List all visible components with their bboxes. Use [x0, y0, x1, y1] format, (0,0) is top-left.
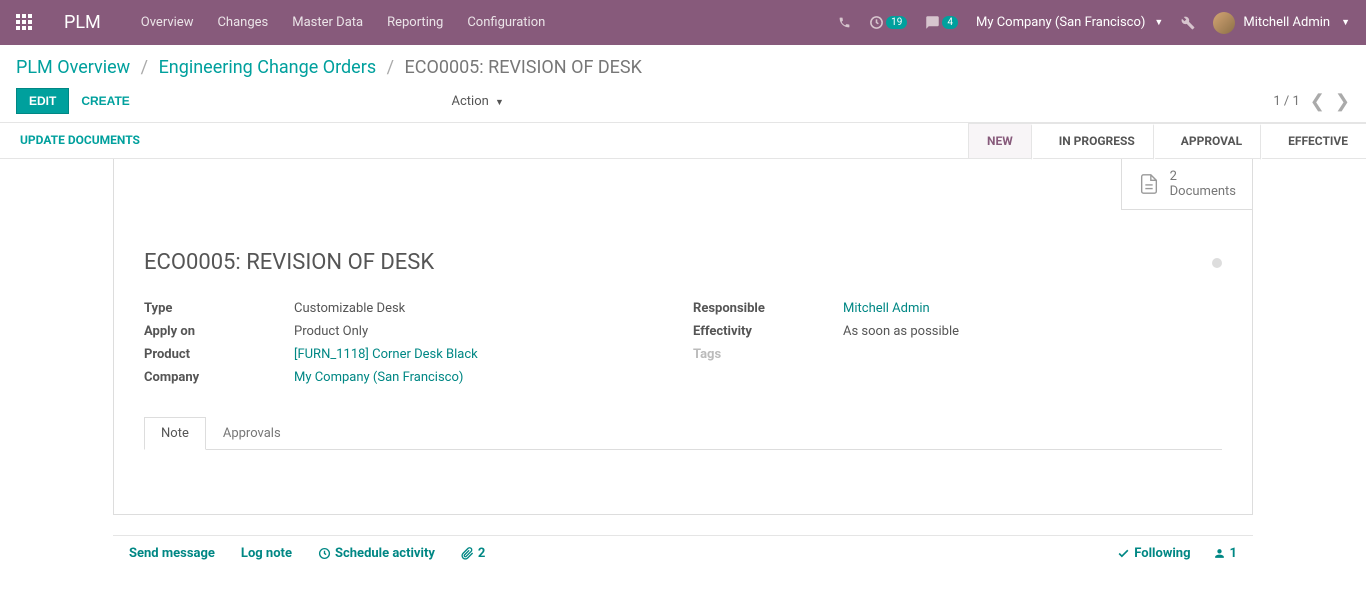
breadcrumb-level1[interactable]: Engineering Change Orders	[159, 57, 377, 78]
value-product[interactable]: [FURN_1118] Corner Desk Black	[294, 347, 478, 362]
edit-button[interactable]: Edit	[16, 88, 69, 114]
record-title-row: ECO0005: REVISION OF DESK	[144, 250, 1222, 275]
nav-configuration[interactable]: Configuration	[467, 15, 545, 30]
kanban-state-dot[interactable]	[1212, 258, 1222, 268]
status-effective[interactable]: EFFECTIVE	[1260, 123, 1366, 158]
phone-icon[interactable]	[838, 15, 851, 30]
label-company: Company	[144, 370, 294, 385]
nav-master-data[interactable]: Master Data	[292, 15, 363, 30]
chatter: Send message Log note Schedule activity …	[113, 535, 1253, 571]
form-sheet: 2 Documents ECO0005: REVISION OF DESK Ty…	[113, 159, 1253, 515]
status-new[interactable]: NEW	[968, 123, 1031, 158]
label-effectivity: Effectivity	[693, 324, 843, 339]
caret-down-icon: ▼	[1154, 17, 1163, 28]
tab-approvals[interactable]: Approvals	[206, 417, 298, 450]
paperclip-icon	[461, 547, 474, 560]
breadcrumb-root[interactable]: PLM Overview	[16, 57, 130, 78]
breadcrumb: PLM Overview / Engineering Change Orders…	[16, 57, 1350, 78]
user-name: Mitchell Admin	[1243, 15, 1330, 30]
tab-note[interactable]: Note	[144, 417, 206, 450]
label-product: Product	[144, 347, 294, 362]
value-responsible[interactable]: Mitchell Admin	[843, 301, 930, 316]
nav-overview[interactable]: Overview	[141, 15, 194, 30]
value-type: Customizable Desk	[294, 301, 673, 316]
status-approval[interactable]: APPROVAL	[1153, 123, 1260, 158]
value-effectivity: As soon as possible	[843, 324, 1222, 339]
label-type: Type	[144, 301, 294, 316]
pager-text: 1 / 1	[1273, 94, 1299, 109]
followers-button[interactable]: 1	[1213, 546, 1237, 561]
status-in-progress[interactable]: IN PROGRESS	[1031, 123, 1153, 158]
pager: 1 / 1 ❮ ❯	[1273, 91, 1350, 112]
label-responsible: Responsible	[693, 301, 843, 316]
value-tags	[843, 347, 1222, 362]
debug-icon[interactable]	[1181, 15, 1195, 30]
value-company[interactable]: My Company (San Francisco)	[294, 370, 463, 385]
status-arrows: NEW IN PROGRESS APPROVAL EFFECTIVE	[968, 123, 1366, 158]
person-icon	[1213, 547, 1226, 560]
top-nav: Overview Changes Master Data Reporting C…	[141, 15, 546, 30]
activity-badge: 19	[886, 16, 907, 29]
tab-content	[114, 450, 1252, 514]
stat-count: 2	[1170, 169, 1236, 184]
label-tags: Tags	[693, 347, 843, 362]
document-icon	[1138, 173, 1160, 195]
status-bar: Update Documents NEW IN PROGRESS APPROVA…	[0, 123, 1366, 159]
record-title: ECO0005: REVISION OF DESK	[144, 250, 434, 275]
avatar	[1213, 12, 1235, 34]
activities-button[interactable]: 19	[869, 15, 907, 30]
check-icon	[1117, 547, 1130, 560]
schedule-activity-button[interactable]: Schedule activity	[318, 546, 435, 561]
attachments-button[interactable]: 2	[461, 546, 485, 561]
topbar: PLM Overview Changes Master Data Reporti…	[0, 0, 1366, 45]
caret-down-icon: ▼	[495, 98, 504, 108]
chat-badge: 4	[942, 16, 958, 29]
value-apply-on: Product Only	[294, 324, 673, 339]
update-documents-button[interactable]: Update Documents	[16, 123, 144, 158]
company-switcher[interactable]: My Company (San Francisco) ▼	[976, 15, 1163, 30]
discuss-button[interactable]: 4	[925, 15, 958, 30]
caret-down-icon: ▼	[1341, 17, 1350, 28]
user-menu[interactable]: Mitchell Admin ▼	[1213, 12, 1350, 34]
documents-stat-button[interactable]: 2 Documents	[1121, 159, 1252, 210]
nav-changes[interactable]: Changes	[217, 15, 268, 30]
action-dropdown[interactable]: Action ▼	[452, 94, 504, 109]
apps-icon[interactable]	[16, 14, 34, 32]
breadcrumb-current: ECO0005: REVISION OF DESK	[405, 57, 642, 78]
company-name: My Company (San Francisco)	[976, 15, 1145, 30]
control-panel: PLM Overview / Engineering Change Orders…	[0, 45, 1366, 123]
nav-reporting[interactable]: Reporting	[387, 15, 443, 30]
send-message-button[interactable]: Send message	[129, 546, 215, 561]
following-button[interactable]: Following	[1117, 546, 1190, 561]
app-name[interactable]: PLM	[64, 12, 101, 33]
pager-next[interactable]: ❯	[1335, 91, 1350, 112]
tabs: Note Approvals	[144, 417, 1222, 450]
pager-prev[interactable]: ❮	[1310, 91, 1325, 112]
log-note-button[interactable]: Log note	[241, 546, 292, 561]
stat-label: Documents	[1170, 184, 1236, 199]
label-apply-on: Apply on	[144, 324, 294, 339]
create-button[interactable]: Create	[69, 89, 141, 113]
clock-icon	[318, 547, 331, 560]
